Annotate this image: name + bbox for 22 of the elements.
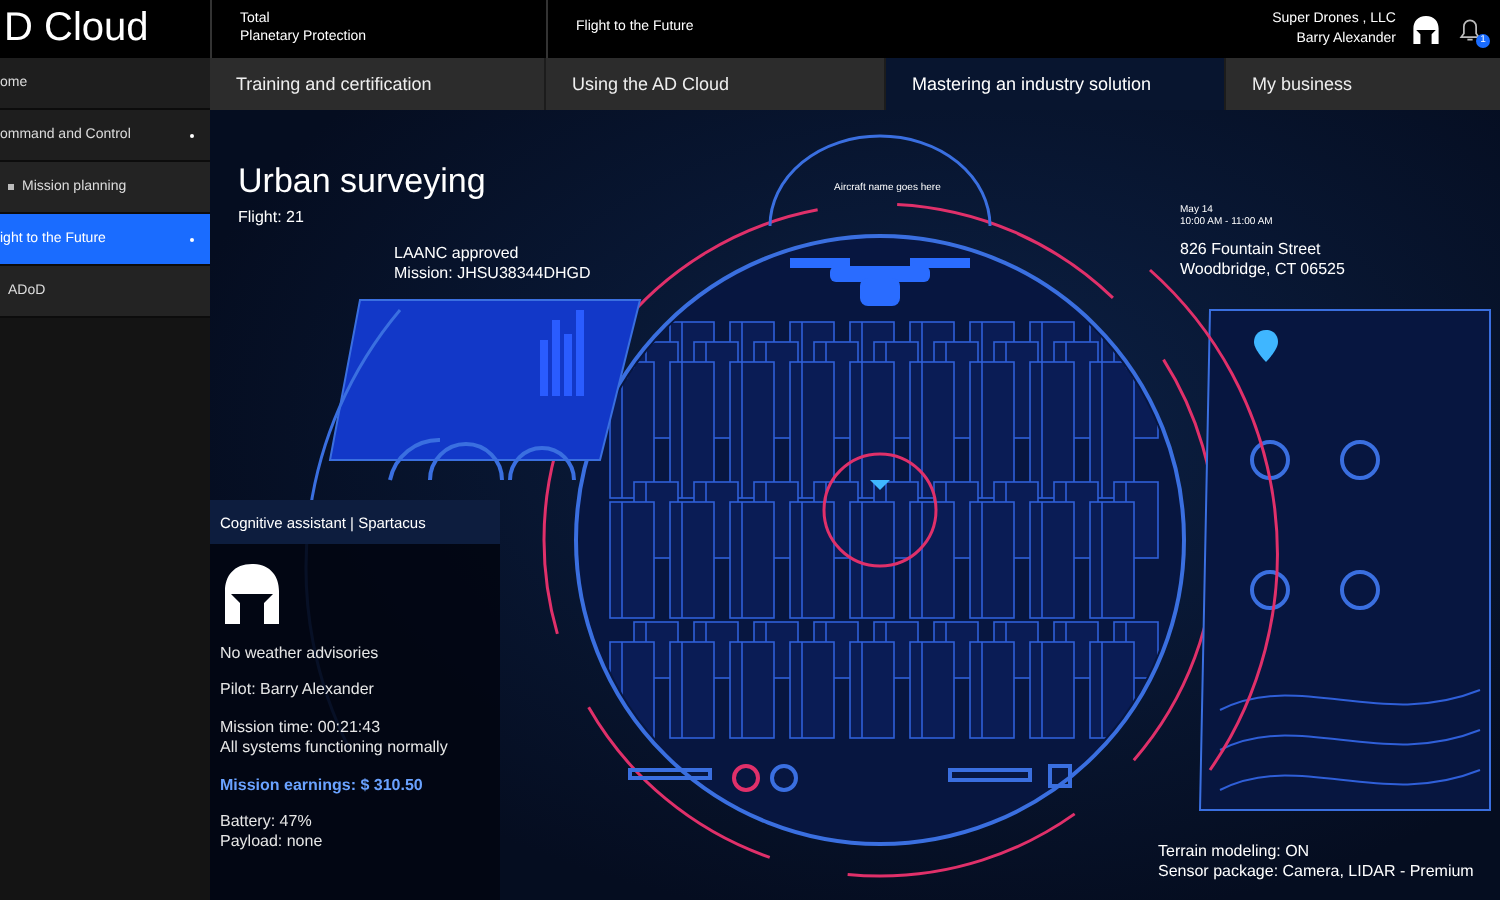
mission-id: Mission: JHSU38344DHGD (394, 264, 591, 286)
city-address: Woodbridge, CT 06525 (1180, 259, 1345, 279)
bell-icon[interactable] (1456, 15, 1484, 43)
assistant-message: Battery: 47% Payload: none (218, 811, 325, 854)
assistant-message: No weather advisories (218, 644, 381, 665)
helmet-icon[interactable] (1412, 13, 1440, 45)
assistant-message: Mission time: 00:21:43 All systems functioning normally (218, 717, 450, 760)
tab[interactable]: My business (1226, 58, 1500, 110)
helmet-icon (222, 560, 282, 628)
terrain-status: Terrain modeling: ON (1158, 842, 1312, 863)
square-icon (8, 184, 14, 190)
laanc-status: LAANC approved (394, 244, 521, 265)
sensor-package: Sensor package: Camera, LIDAR - Premium (1158, 862, 1474, 884)
street-address: 826 Fountain Street (1180, 239, 1323, 259)
tab[interactable]: Mastering an industry solution (886, 58, 1226, 110)
assistant-message: Mission earnings: $ 310.50 (218, 775, 425, 796)
mission-title: Urban surveying (238, 162, 486, 202)
assistant-message: Pilot: Barry Alexander (218, 680, 376, 702)
flight-number: Flight: 21 (238, 208, 304, 229)
app-logo: D Cloud (2, 4, 151, 54)
tab[interactable]: Using the AD Cloud (546, 58, 886, 110)
tab[interactable]: Training and certification (210, 58, 546, 110)
